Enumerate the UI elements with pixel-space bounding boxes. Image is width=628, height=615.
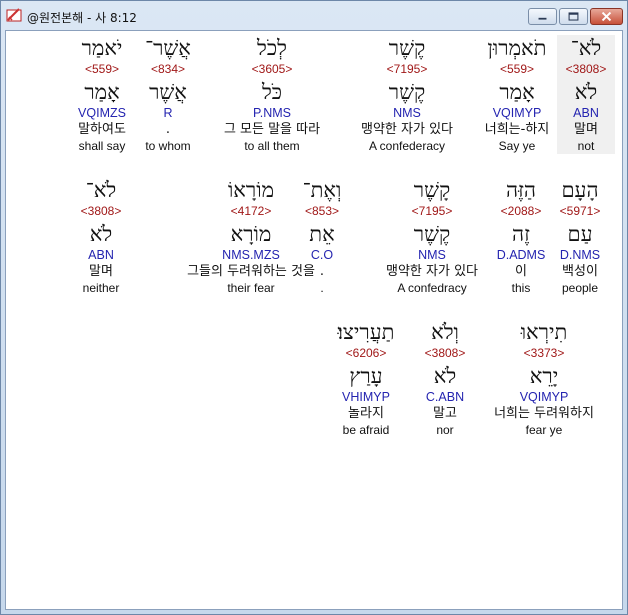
word-column[interactable]: מוֹרָאוֹ <4172> מוֹרָא NMS.MZS 그들의 두려워하는 것을 t… [162, 177, 340, 296]
korean-gloss: 그들의 두려워하는 것을 [187, 264, 315, 279]
korean-gloss: 그 모든 말을 따라 [223, 122, 321, 137]
word-column[interactable]: לֹא־ <3808> לֹא ABN 말며 neither [68, 177, 134, 296]
parsing-code: VQIMYP [492, 106, 542, 120]
word-column[interactable]: יֹאמַר <559> אָמַר VQIMZS 말하여도 shall say [66, 35, 138, 154]
english-gloss: fear ye [525, 423, 563, 437]
english-gloss: people [561, 281, 599, 295]
lemma: עַם [567, 222, 593, 246]
strong-number[interactable]: <3605> [206, 61, 338, 77]
parsing-code: NMS [418, 248, 446, 262]
lemma: יָרֵא [529, 364, 559, 388]
korean-gloss: . [165, 122, 171, 137]
hebrew-word: קֶשֶׁר [388, 36, 426, 60]
word-column[interactable]: הָעָם <5971> עַם D.NMS 백성이 people [554, 177, 606, 296]
strong-number[interactable]: <6206> [328, 345, 404, 361]
korean-gloss: 말하여도 [78, 122, 126, 137]
lemma: קֶשֶׁר [388, 80, 426, 104]
korean-gloss: 맹약한 자가 있다 [386, 264, 478, 279]
strong-number[interactable]: <7195> [346, 61, 468, 77]
lemma: לֹא [433, 364, 457, 388]
parsing-code: VHIMYP [342, 390, 390, 404]
english-gloss: neither [82, 281, 120, 295]
strong-number[interactable]: <559> [468, 61, 566, 77]
parsing-code: P.NMS [253, 106, 291, 120]
english-gloss: A confederacy [368, 139, 446, 153]
korean-gloss: 맹약한 자가 있다 [361, 122, 453, 137]
strong-number[interactable]: <559> [66, 61, 138, 77]
english-gloss: to all them [244, 139, 300, 153]
korean-gloss: 너희는-하지 [484, 122, 550, 137]
word-column[interactable]: תֹאמְרוּן <559> אָמַר VQIMYP 너희는-하지 Say ye [468, 35, 566, 154]
parsing-code: D.NMS [559, 248, 601, 262]
word-column[interactable]: אֲשֶׁר־ <834> אֲשֶׁר R. to whom [138, 35, 198, 154]
english-gloss: be afraid [342, 423, 390, 437]
english-gloss: A confedracy [397, 281, 467, 295]
hebrew-word: תַעֲרִיצוּ׃ [337, 320, 395, 344]
english-gloss: Say ye [498, 139, 536, 153]
minimize-button[interactable] [528, 8, 557, 25]
strong-number[interactable]: <4172> [162, 203, 340, 219]
maximize-icon [568, 12, 579, 21]
minimize-icon [538, 17, 547, 20]
hebrew-word: וְלֹא [431, 320, 459, 344]
lemma: אָמַר [84, 80, 120, 104]
lemma: אָמַר [499, 80, 535, 104]
app-icon [6, 8, 22, 22]
word-column[interactable]: קֶשֶׁר <7195> קֶשֶׁר NMS 맹약한 자가 있다 A confeder… [346, 35, 468, 154]
parsing-code: NMS [393, 106, 421, 120]
strong-number[interactable]: <3373> [478, 345, 610, 361]
lemma: לֹא [89, 222, 113, 246]
hebrew-word: מוֹרָאוֹ [227, 178, 275, 202]
korean-gloss: 백성이 [562, 264, 598, 279]
maximize-button[interactable] [559, 8, 588, 25]
hebrew-word: לֹא־ [85, 178, 117, 202]
parsing-code: VQIMZS [78, 106, 126, 120]
korean-gloss: 말며 [89, 264, 113, 279]
window-title: @원전본해 - 사 8:12 [27, 11, 137, 25]
english-gloss: nor [436, 423, 454, 437]
strong-number[interactable]: <3808> [416, 345, 474, 361]
english-gloss: shall say [78, 139, 126, 153]
parsing-code: VQIMYP [519, 390, 569, 404]
korean-gloss: 말고 [433, 406, 457, 421]
hebrew-word: אֲשֶׁר־ [145, 36, 191, 60]
korean-gloss: 너희는 두려워하지 [494, 406, 594, 421]
strong-number[interactable]: <7195> [358, 203, 506, 219]
hebrew-word: הָעָם [561, 178, 599, 202]
parsing-code: NMS.MZS [222, 248, 280, 262]
word-column[interactable]: קָשֶׁר <7195> קֶשֶׁר NMS 맹약한 자가 있다 A confedra… [358, 177, 506, 296]
hebrew-word: תִירְאוּ [520, 320, 568, 344]
parsing-code: C.ABN [425, 390, 465, 404]
hebrew-word: קָשֶׁר [413, 178, 451, 202]
strong-number[interactable]: <5971> [554, 203, 606, 219]
parsing-code: R [163, 106, 173, 120]
app-window: @원전본해 - 사 8:12 לֹא־ <3808> לֹא ABN 말며 not תֹאמ… [0, 0, 628, 615]
title-bar[interactable]: @원전본해 - 사 8:12 [1, 1, 627, 30]
strong-number[interactable]: <834> [138, 61, 198, 77]
english-gloss: their fear [227, 281, 275, 295]
hebrew-word: יֹאמַר [81, 36, 123, 60]
close-icon [601, 11, 612, 22]
interlinear-panel[interactable]: לֹא־ <3808> לֹא ABN 말며 not תֹאמְרוּן <559> אָמַר… [5, 30, 623, 610]
parsing-code: ABN [88, 248, 114, 262]
lemma: מוֹרָא [230, 222, 272, 246]
lemma: עָרַץ [349, 364, 383, 388]
close-button[interactable] [590, 8, 623, 25]
korean-gloss: 놀라지 [348, 406, 384, 421]
lemma: קֶשֶׁר [413, 222, 451, 246]
english-gloss: to whom [145, 139, 191, 153]
strong-number[interactable]: <3808> [68, 203, 134, 219]
lemma: כֹּל [261, 80, 283, 104]
word-column[interactable]: וְלֹא <3808> לֹא C.ABN 말고 nor [416, 319, 474, 438]
interlinear-stage: לֹא־ <3808> לֹא ABN 말며 not תֹאמְרוּן <559> אָמַר… [6, 31, 624, 611]
word-column[interactable]: תַעֲרִיצוּ׃ <6206> עָרַץ VHIMYP 놀라지 be afraid [328, 319, 404, 438]
word-column[interactable]: תִירְאוּ <3373> יָרֵא VQIMYP 너희는 두려워하지 fear y… [478, 319, 610, 438]
lemma: אֲשֶׁר [149, 80, 187, 104]
hebrew-word: תֹאמְרוּן [487, 36, 547, 60]
hebrew-word: לְכֹל [257, 36, 287, 60]
word-column[interactable]: לְכֹל <3605> כֹּל P.NMS 그 모든 말을 따라 to all the… [206, 35, 338, 154]
